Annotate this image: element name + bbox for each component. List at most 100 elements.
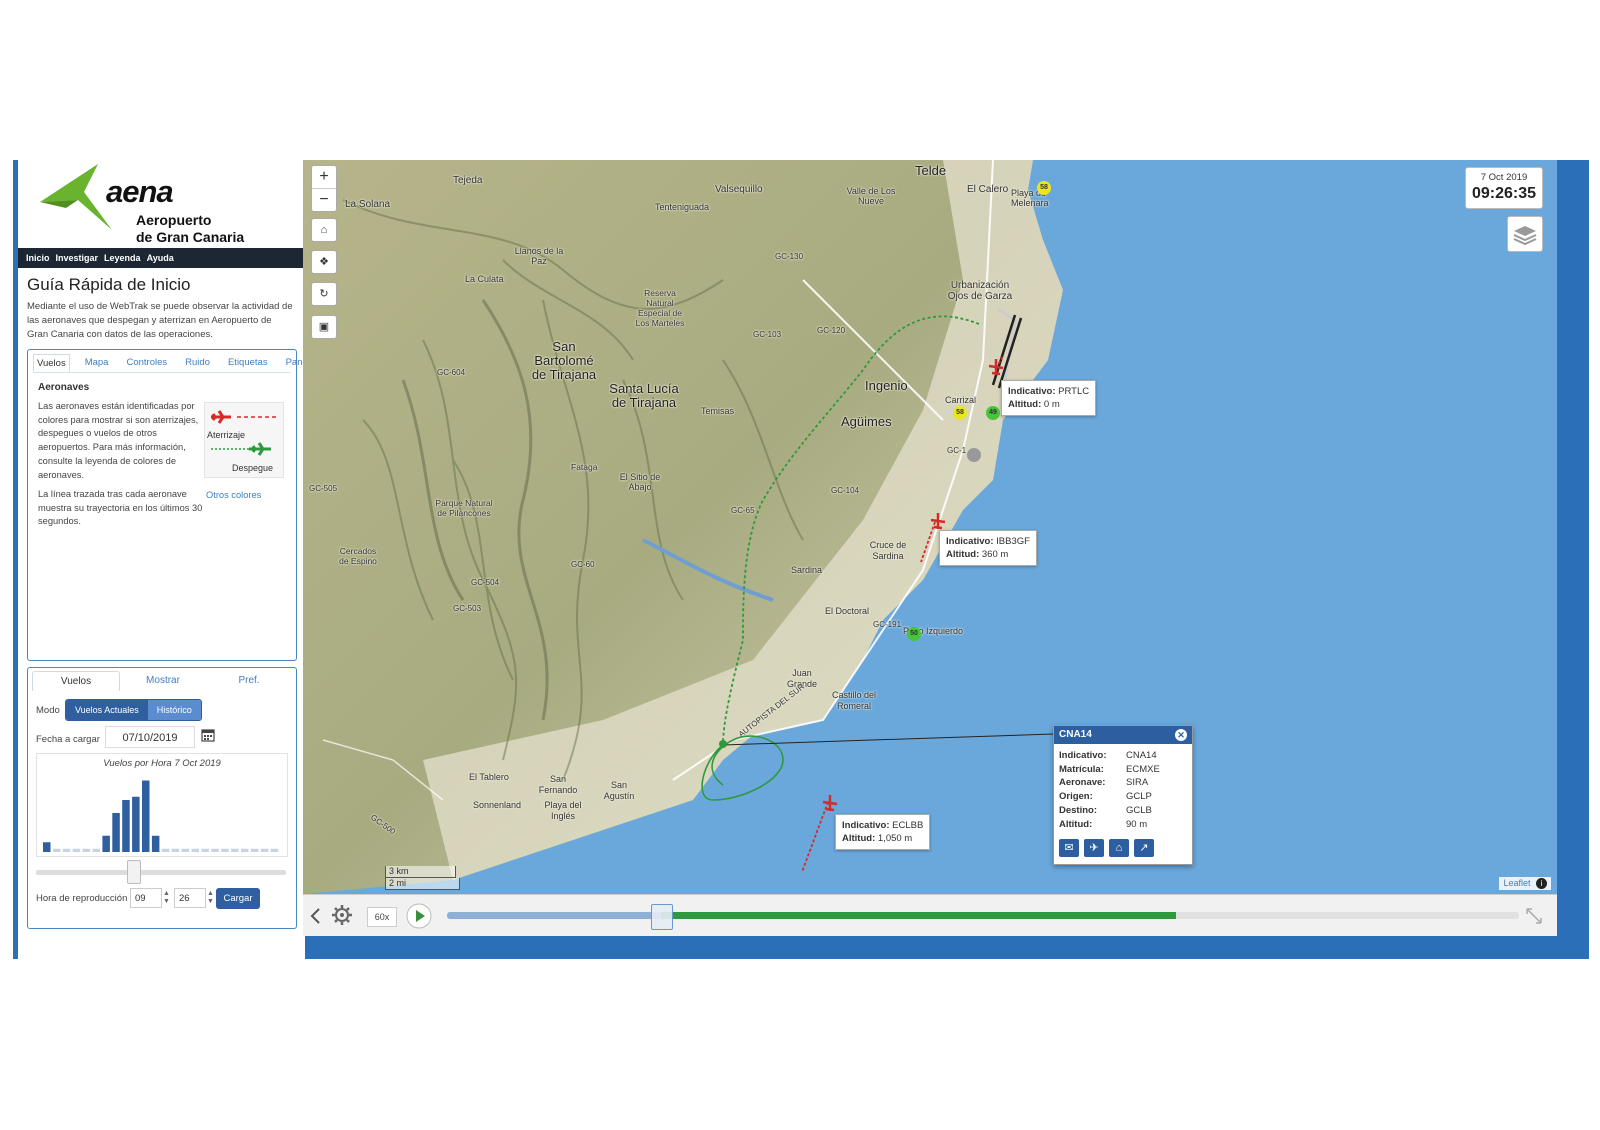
noise-monitor-badge[interactable]: 50 — [907, 627, 921, 641]
landing-aircraft-ibb3gf-icon[interactable] — [929, 512, 947, 530]
progress-thumb[interactable] — [651, 904, 674, 930]
minute-input[interactable]: 26 — [174, 888, 206, 908]
histogram-bar — [221, 848, 229, 852]
minute-stepper-icon[interactable]: ▲ ▼ — [207, 890, 215, 906]
leaflet-attribution[interactable]: Leaflet i — [1499, 877, 1551, 890]
flight-tooltip-prtlc[interactable]: Indicativo: PRTLC Altitud: 0 m — [1001, 380, 1097, 416]
chevron-left-icon[interactable] — [309, 907, 321, 925]
tab-mapa[interactable]: Mapa — [82, 354, 112, 372]
noise-monitor-badge[interactable]: 49 — [986, 406, 1000, 420]
mode-historic-button[interactable]: Histórico — [147, 700, 201, 720]
paw-icon[interactable]: ❖ — [311, 250, 337, 274]
guide-panel: Vuelos Mapa Controles Ruido Etiquetas Pa… — [27, 349, 320, 661]
histogram-bar — [122, 800, 130, 852]
noise-monitor-badge[interactable]: 58 — [1037, 181, 1051, 195]
leaflet-link[interactable]: Leaflet — [1503, 878, 1530, 888]
popup-row: Aeronave: SIRA — [1059, 777, 1149, 789]
tab-vuelos[interactable]: Vuelos — [33, 354, 70, 372]
hour-stepper-icon[interactable]: ▲ ▼ — [163, 890, 171, 906]
home-icon[interactable]: ⌂ — [1109, 839, 1129, 857]
layers-button[interactable] — [1507, 216, 1543, 252]
histogram-bar — [43, 842, 51, 852]
flights-control-panel: Vuelos Mostrar Pref. Modo Vuelos Actuale… — [27, 667, 297, 929]
histogram-bar — [211, 848, 219, 852]
zoom-out-button[interactable]: − — [312, 189, 336, 211]
info-icon[interactable]: i — [1536, 878, 1547, 889]
play-icon[interactable] — [406, 903, 432, 929]
playback-progress[interactable] — [447, 904, 1519, 930]
popup-actions: ✉ ✈ ⌂ ↗ — [1059, 839, 1159, 857]
print-icon[interactable]: ▣ — [311, 315, 337, 339]
sidebar: aena Aeropuerto de Gran Canaria Inicio I… — [18, 160, 320, 959]
webtrak-app: aena Aeropuerto de Gran Canaria Inicio I… — [13, 160, 1589, 959]
nav-inicio[interactable]: Inicio — [26, 253, 50, 263]
popup-header: CNA14 ✕ — [1054, 726, 1192, 744]
popup-row: Altitud: 90 m — [1059, 818, 1148, 830]
aircraft-section-title: Aeronaves — [38, 382, 90, 393]
clock-date: 7 Oct 2019 — [1480, 172, 1528, 183]
tooltip-prtlc-callsign: PRTLC — [1058, 386, 1090, 397]
scale-mi: 2 mi — [385, 878, 460, 890]
tooltip-ibb3gf-altitude: 360 m — [981, 549, 1009, 560]
date-label: Fecha a cargar — [36, 734, 100, 745]
trail-description: La línea trazada tras cada aeronave mues… — [38, 489, 203, 527]
histogram-bar — [151, 835, 160, 852]
mode-toggle: Vuelos Actuales Histórico — [65, 699, 202, 721]
mode-current-flights-button[interactable]: Vuelos Actuales — [66, 700, 148, 720]
other-colors-link[interactable]: Otros colores — [206, 490, 261, 500]
flight-tooltip-ibb3gf[interactable]: Indicativo: IBB3GF Altitud: 360 m — [939, 530, 1037, 566]
playback-speed[interactable]: 60x — [367, 907, 397, 927]
top-nav: Inicio Investigar Leyenda Ayuda — [18, 248, 305, 268]
airport-name: Aeropuerto de Gran Canaria — [136, 212, 244, 246]
map-view[interactable]: Telde Tejeda Valsequillo La Solana El Ca… — [303, 160, 1557, 894]
tooltip-ibb3gf-callsign: IBB3GF — [996, 536, 1030, 547]
noise-monitor-badge[interactable]: 58 — [953, 406, 967, 420]
tab-flights[interactable]: Vuelos — [32, 671, 120, 691]
noise-monitor-inactive-icon[interactable] — [967, 448, 981, 462]
aircraft-description: Las aeronaves están identificadas por co… — [38, 401, 199, 480]
airplane-icon[interactable]: ✈ — [1084, 839, 1104, 857]
date-field[interactable]: 07/10/2019 — [105, 726, 195, 748]
calendar-icon[interactable] — [201, 728, 215, 742]
tab-preferences[interactable]: Pref. — [206, 671, 292, 691]
chart-icon[interactable]: ↗ — [1134, 839, 1154, 857]
progress-played — [447, 912, 662, 919]
guide-intro: Mediante el uso de WebTrak se puede obse… — [27, 301, 293, 340]
hour-input[interactable]: 09 — [130, 888, 162, 908]
tab-ruido[interactable]: Ruido — [182, 354, 213, 372]
popup-row: Destino: GCLB — [1059, 804, 1152, 816]
home-icon[interactable]: ⌂ — [311, 218, 337, 242]
tab-controles[interactable]: Controles — [123, 354, 170, 372]
flights-per-hour-chart: Vuelos por Hora 7 Oct 2019 — [36, 753, 288, 857]
landing-aircraft-prtlc-icon[interactable] — [987, 358, 1005, 376]
landing-aircraft-eclbb-icon[interactable] — [821, 794, 839, 812]
histogram-bar — [132, 796, 140, 852]
gear-icon[interactable] — [331, 904, 353, 926]
hour-slider-track[interactable] — [36, 870, 286, 875]
clock-time: 09:26:35 — [1471, 185, 1537, 202]
tab-show[interactable]: Mostrar — [120, 671, 206, 691]
mode-label: Modo — [36, 705, 60, 716]
histogram-bar — [142, 780, 150, 852]
zoom-in-button[interactable]: + — [312, 166, 336, 189]
comment-icon[interactable]: ✉ — [1059, 839, 1079, 857]
load-button[interactable]: Cargar — [216, 888, 260, 909]
tab-etiquetas[interactable]: Etiquetas — [225, 354, 271, 372]
playback-bar: 60x — [303, 894, 1557, 936]
logo-wordmark: aena — [106, 174, 174, 209]
nav-ayuda[interactable]: Ayuda — [147, 253, 174, 263]
legend-landing-label: Aterrizaje — [207, 430, 246, 440]
expand-icon[interactable] — [1525, 907, 1543, 925]
refresh-icon[interactable]: ↻ — [311, 282, 337, 306]
hour-slider-thumb[interactable] — [127, 860, 141, 884]
tooltip-prtlc-altitude: 0 m — [1043, 399, 1060, 410]
flight-tooltip-eclbb[interactable]: Indicativo: ECLBB Altitud: 1,050 m — [835, 814, 931, 850]
nav-investigar[interactable]: Investigar — [56, 253, 99, 263]
scale-km: 3 km — [385, 866, 456, 878]
control-tabs: Vuelos Mostrar Pref. — [32, 671, 292, 691]
popup-row: Origen: GCLP — [1059, 791, 1152, 803]
close-icon[interactable]: ✕ — [1175, 729, 1187, 741]
takeoff-aircraft-cna14-icon[interactable] — [719, 740, 727, 748]
histogram-bar — [260, 848, 269, 852]
nav-leyenda[interactable]: Leyenda — [104, 253, 141, 263]
